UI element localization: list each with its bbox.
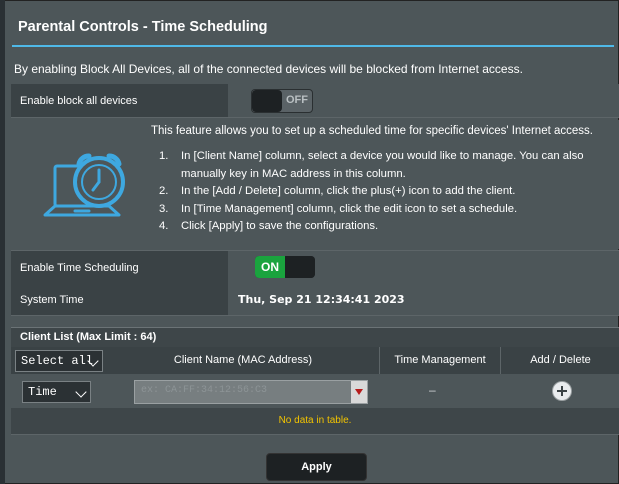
page-description: By enabling Block All Devices, all of th… [14, 62, 523, 76]
instruction-step: 4. Click [Apply] to save the configuratio… [159, 220, 379, 232]
red-triangle-down-icon [355, 389, 363, 395]
empty-table-row: No data in table. [11, 408, 619, 435]
system-time-row: System Time Thu, Sep 21 12:34:41 2023 [11, 284, 619, 316]
instruction-list: 1. In [Client Name] column, select a devi… [159, 148, 584, 236]
title-bar: Parental Controls - Time Scheduling [6, 12, 614, 47]
mac-address-input[interactable]: ex: CA:FF:34:12:56:C3 [134, 380, 368, 404]
block-all-label: Enable block all devices [20, 94, 138, 107]
system-time-value: Thu, Sep 21 12:34:41 2023 [238, 293, 405, 306]
time-scheduling-label: Enable Time Scheduling [20, 261, 139, 274]
column-client-name: Client Name (MAC Address) [173, 354, 313, 366]
plus-circle-icon[interactable] [552, 381, 572, 401]
chevron-down-icon [75, 386, 87, 398]
instruction-step: 2. In the [Add / Delete] column, click th… [159, 185, 516, 197]
info-section: This feature allows you to set up a sche… [11, 120, 619, 249]
column-time-management: Time Management [379, 347, 500, 374]
alarm-clock-laptop-icon [43, 153, 125, 217]
page-title: Parental Controls - Time Scheduling [18, 19, 268, 35]
title-underline [12, 45, 614, 47]
client-table-header: Select all Client Name (MAC Address) Tim… [11, 347, 619, 374]
time-scheduling-toggle-state: ON [261, 260, 279, 274]
info-intro: This feature allows you to set up a sche… [151, 125, 593, 137]
client-input-row: Time ex: CA:FF:34:12:56:C3 – [11, 374, 619, 409]
select-all-dropdown[interactable]: Select all [15, 350, 103, 372]
time-management-value: – [429, 383, 436, 397]
time-scheduling-toggle[interactable]: ON [255, 256, 315, 278]
time-scheduling-row: Enable Time Scheduling ON [11, 250, 619, 285]
client-dropdown-button[interactable] [351, 381, 367, 403]
client-list-title: Client List (Max Limit : 64) [20, 331, 157, 343]
system-time-label: System Time [20, 293, 84, 306]
column-add-delete: Add / Delete [500, 347, 619, 374]
block-all-toggle[interactable]: OFF [251, 89, 313, 113]
time-mode-dropdown[interactable]: Time [22, 381, 91, 403]
instruction-step: 1. In [Client Name] column, select a devi… [159, 150, 584, 162]
empty-table-text: No data in table. [278, 415, 352, 426]
block-all-toggle-state: OFF [286, 94, 308, 106]
instruction-step: manually key in MAC address in this colu… [181, 167, 406, 180]
apply-button[interactable]: Apply [266, 453, 367, 481]
block-all-row: Enable block all devices OFF [11, 84, 619, 118]
instruction-step: 3. In [Time Management] column, click the… [159, 202, 518, 215]
left-border [0, 0, 5, 484]
mac-address-placeholder: ex: CA:FF:34:12:56:C3 [141, 385, 268, 396]
client-list-header: Client List (Max Limit : 64) [11, 327, 619, 347]
